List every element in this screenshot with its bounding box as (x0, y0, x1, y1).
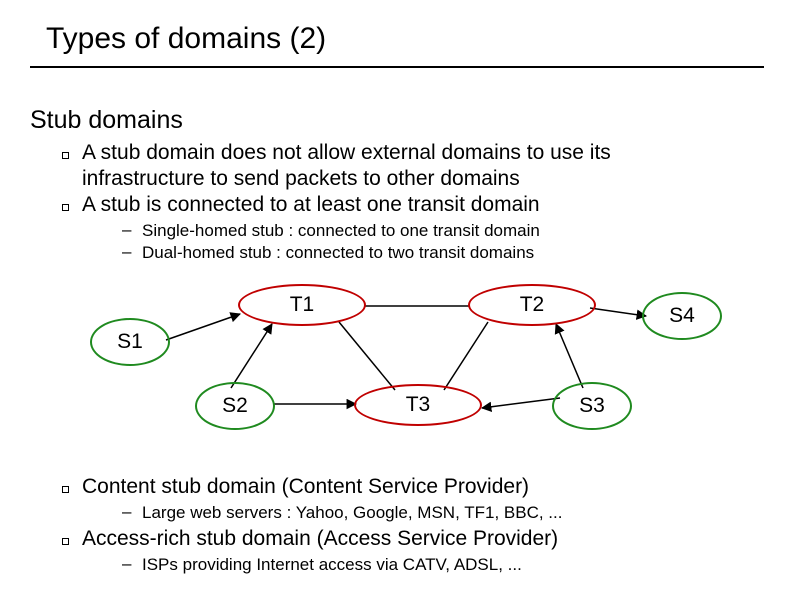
slide-title: Types of domains (2) (46, 22, 326, 56)
node-s4: S4 (642, 292, 722, 340)
domain-network-diagram: T1 T2 T3 S1 S4 S2 S3 (90, 270, 700, 460)
node-label: T1 (290, 293, 315, 317)
node-s2: S2 (195, 382, 275, 430)
bullet-marker (62, 152, 69, 159)
title-underline (30, 66, 764, 68)
node-label: S2 (222, 394, 248, 418)
bullet-text: Access-rich stub domain (Access Service … (82, 526, 732, 552)
node-t2: T2 (468, 284, 596, 326)
sub-bullet-text: Dual-homed stub : connected to two trans… (142, 242, 702, 264)
bullet-marker (62, 204, 69, 211)
node-label: S1 (117, 330, 143, 354)
diagram-connectors (90, 270, 700, 460)
sub-bullet-text: Large web servers : Yahoo, Google, MSN, … (142, 502, 702, 524)
dash-marker: – (122, 242, 131, 262)
node-label: S3 (579, 394, 605, 418)
node-label: T2 (520, 293, 545, 317)
sub-bullet-text: Single-homed stub : connected to one tra… (142, 220, 702, 242)
dash-marker: – (122, 220, 131, 240)
bullet-text: A stub domain does not allow external do… (82, 140, 732, 192)
node-t3: T3 (354, 384, 482, 426)
bullet-marker (62, 538, 69, 545)
node-t1: T1 (238, 284, 366, 326)
node-s3: S3 (552, 382, 632, 430)
bullet-text: A stub is connected to at least one tran… (82, 192, 732, 218)
sub-bullet-text: ISPs providing Internet access via CATV,… (142, 554, 702, 576)
node-label: T3 (406, 393, 431, 417)
node-s1: S1 (90, 318, 170, 366)
subtitle: Stub domains (30, 106, 183, 135)
node-label: S4 (669, 304, 695, 328)
bullet-text: Content stub domain (Content Service Pro… (82, 474, 732, 500)
dash-marker: – (122, 502, 131, 522)
bullet-marker (62, 486, 69, 493)
dash-marker: – (122, 554, 131, 574)
